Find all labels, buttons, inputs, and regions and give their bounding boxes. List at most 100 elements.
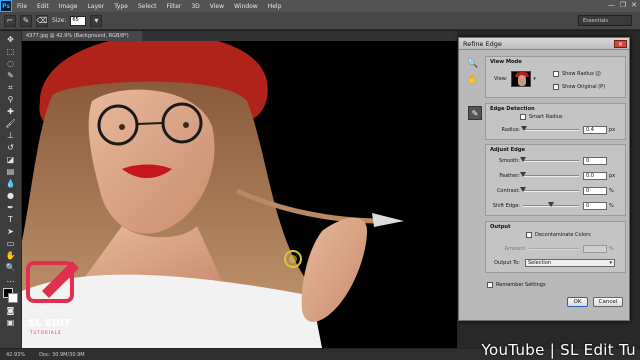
window-controls: — ❐ ✕	[608, 1, 637, 9]
radius-slider[interactable]	[520, 126, 579, 131]
cancel-button[interactable]: Cancel	[593, 297, 623, 307]
menu-image[interactable]: Image	[54, 3, 83, 10]
logo-name: SL EDIT	[28, 318, 71, 329]
smooth-row: Smooth: 0	[492, 157, 615, 165]
document-canvas[interactable]	[22, 41, 457, 348]
quick-selection-tool-icon[interactable]: ✎	[4, 70, 18, 81]
healing-brush-tool-icon[interactable]: ✚	[4, 106, 18, 117]
amount-input	[583, 245, 607, 253]
shift-edge-slider[interactable]	[523, 202, 579, 207]
menu-view[interactable]: View	[205, 3, 229, 10]
contrast-slider-handle[interactable]	[520, 187, 526, 192]
show-radius-checkbox[interactable]	[553, 71, 559, 77]
lasso-tool-icon[interactable]: ◌	[4, 58, 18, 69]
pen-tool-icon[interactable]: ✒	[4, 202, 18, 213]
marquee-tool-icon[interactable]: ⬚	[4, 46, 18, 57]
remember-settings-checkbox[interactable]	[487, 282, 493, 288]
shift-edge-slider-handle[interactable]	[548, 202, 554, 207]
menu-filter[interactable]: Filter	[162, 3, 187, 10]
smooth-slider[interactable]	[520, 157, 579, 162]
smart-radius-checkbox[interactable]	[520, 114, 526, 120]
decontaminate-label: Decontaminate Colors	[535, 232, 591, 238]
menu-edit[interactable]: Edit	[32, 3, 54, 10]
color-swatches[interactable]	[2, 288, 19, 304]
amount-label: Amount:	[504, 246, 526, 252]
shift-edge-label: Shift Edge:	[492, 203, 520, 209]
restore-button[interactable]: ❐	[620, 1, 626, 9]
history-brush-tool-icon[interactable]: ↺	[4, 142, 18, 153]
show-original-checkbox[interactable]	[553, 84, 559, 90]
decontaminate-row: Decontaminate Colors	[526, 232, 591, 238]
eraser-tool-icon[interactable]: ◪	[4, 154, 18, 165]
view-mode-thumbnail[interactable]	[511, 71, 532, 87]
ok-button[interactable]: OK	[567, 297, 588, 307]
contrast-row: Contrast: 0 %	[492, 187, 615, 195]
output-to-label: Output To:	[494, 260, 520, 266]
brush-tool-icon[interactable]: 🖌	[4, 118, 18, 129]
hand-icon[interactable]: ✋	[467, 74, 479, 86]
size-label: Size:	[52, 17, 67, 24]
menu-file[interactable]: File	[12, 3, 32, 10]
smooth-label: Smooth:	[499, 158, 520, 164]
menu-type[interactable]: Type	[109, 3, 133, 10]
hand-tool-icon[interactable]: ✋	[4, 250, 18, 261]
background-color[interactable]	[7, 293, 18, 303]
close-window-button[interactable]: ✕	[631, 1, 637, 9]
clone-stamp-tool-icon[interactable]: ⊥	[4, 130, 18, 141]
contrast-slider[interactable]	[520, 187, 579, 192]
contrast-input[interactable]: 0	[583, 187, 607, 195]
edge-detection-title: Edge Detection	[490, 106, 535, 112]
document-tab[interactable]: 4377.jpg @ 42.9% (Background, RGB/8*)	[22, 31, 142, 41]
size-input[interactable]: 65	[70, 15, 87, 26]
contrast-unit: %	[609, 188, 614, 194]
view-mode-dropdown-icon[interactable]: ▾	[533, 76, 536, 82]
output-section: Output Decontaminate Colors Amount: % Ou…	[485, 221, 626, 273]
contrast-label: Contrast:	[496, 188, 520, 194]
brush-mode-add-icon[interactable]: ✎	[20, 14, 32, 27]
output-to-select[interactable]: Selection ▾	[525, 259, 615, 267]
zoom-icon[interactable]: 🔍	[467, 58, 479, 70]
dodge-tool-icon[interactable]: ●	[4, 190, 18, 201]
zoom-tool-icon[interactable]: 🔍	[4, 262, 18, 273]
radius-input[interactable]: 0.4	[583, 126, 607, 134]
size-dropdown-icon[interactable]: ▾	[90, 14, 103, 27]
menu-window[interactable]: Window	[229, 3, 263, 10]
minimize-button[interactable]: —	[608, 1, 615, 9]
workspace-switcher[interactable]: Essentials	[578, 15, 632, 26]
dialog-title-bar[interactable]: Refine Edge ✕	[459, 38, 629, 50]
view-label: View:	[494, 76, 508, 82]
brush-mode-erase-icon[interactable]: ⌫	[36, 14, 48, 27]
crop-tool-icon[interactable]: ⌗	[4, 82, 18, 93]
feather-input[interactable]: 0.0	[583, 172, 607, 180]
refine-radius-brush-icon[interactable]: ✎	[468, 106, 482, 120]
amount-slider	[529, 248, 579, 250]
smart-radius-label: Smart Radius	[529, 114, 563, 120]
smooth-input[interactable]: 0	[583, 157, 607, 165]
gradient-tool-icon[interactable]: ▤	[4, 166, 18, 177]
shift-edge-input[interactable]: 0	[583, 202, 607, 210]
feather-slider[interactable]	[520, 172, 579, 177]
more-tools-icon[interactable]: …	[4, 274, 18, 285]
eyedropper-tool-icon[interactable]: ⚲	[4, 94, 18, 105]
radius-slider-handle[interactable]	[520, 126, 527, 131]
screen-mode-icon[interactable]: ▣	[4, 317, 18, 328]
show-radius-row: Show Radius (J)	[553, 71, 601, 77]
path-selection-tool-icon[interactable]: ➤	[4, 226, 18, 237]
menu-select[interactable]: Select	[133, 3, 162, 10]
move-tool-icon[interactable]: ✥	[4, 34, 18, 45]
decontaminate-checkbox[interactable]	[526, 232, 532, 238]
blur-tool-icon[interactable]: 💧	[4, 178, 18, 189]
zoom-level[interactable]: 42.93%	[6, 352, 25, 358]
menu-layer[interactable]: Layer	[82, 3, 109, 10]
view-mode-title: View Mode	[490, 59, 522, 65]
smooth-slider-handle[interactable]	[520, 157, 526, 162]
dialog-close-button[interactable]: ✕	[614, 40, 627, 48]
shift-edge-unit: %	[609, 203, 614, 209]
quick-mask-icon[interactable]: ◙	[4, 305, 18, 316]
menu-3d[interactable]: 3D	[186, 3, 204, 10]
rectangle-tool-icon[interactable]: ▭	[4, 238, 18, 249]
type-tool-icon[interactable]: T	[4, 214, 18, 225]
feather-slider-handle[interactable]	[520, 172, 526, 177]
tool-preset-icon[interactable]: ⌐	[4, 14, 16, 27]
menu-help[interactable]: Help	[263, 3, 287, 10]
